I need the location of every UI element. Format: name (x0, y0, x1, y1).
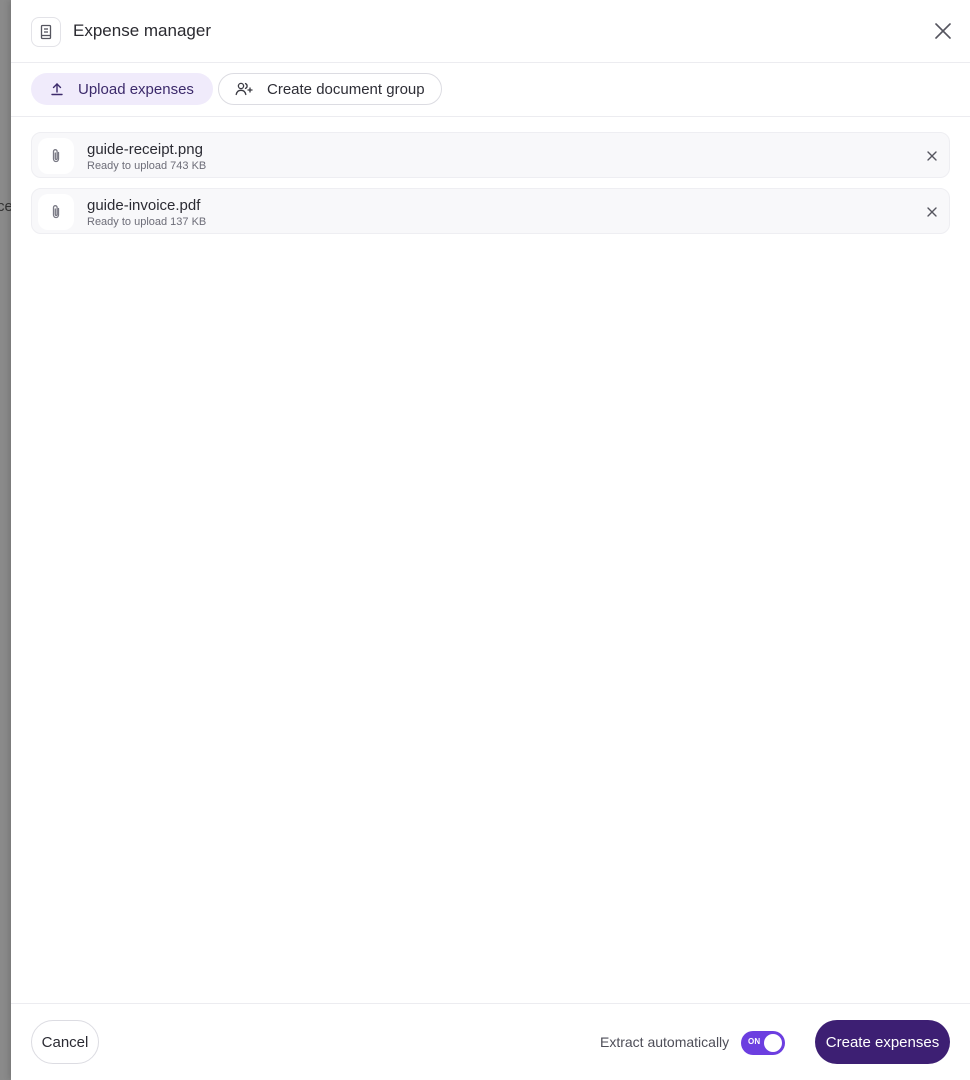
file-status: Ready to upload 743 KB (87, 160, 207, 172)
file-status: Ready to upload 137 KB (87, 216, 207, 228)
tab-label: Upload expenses (78, 80, 194, 98)
extract-automatically-toggle[interactable]: ON (741, 1031, 785, 1055)
page-title: Expense manager (73, 21, 211, 40)
cancel-button[interactable]: Cancel (31, 1020, 99, 1064)
file-name: guide-invoice.pdf (87, 197, 201, 214)
remove-file-button[interactable] (923, 147, 941, 165)
upload-icon (51, 83, 63, 96)
receipt-icon (31, 17, 61, 47)
tab-create-document-group[interactable]: Create document group (218, 73, 442, 105)
list-item: guide-receipt.png Ready to upload 743 KB (31, 132, 950, 178)
tab-bar: Upload expenses Create document group (11, 63, 970, 117)
expense-manager-panel: Expense manager Upload expenses Create d… (11, 0, 970, 1080)
file-name: guide-receipt.png (87, 141, 203, 158)
close-icon (935, 23, 951, 39)
panel-header: Expense manager (11, 0, 970, 63)
panel-footer: Cancel Extract automatically ON Create e… (11, 1003, 970, 1080)
file-list: guide-receipt.png Ready to upload 743 KB… (31, 132, 950, 244)
remove-file-button[interactable] (923, 203, 941, 221)
extract-automatically-label: Extract automatically (600, 1034, 730, 1050)
toggle-state-text: ON (748, 1037, 761, 1046)
close-icon (927, 151, 937, 161)
background-page: ce (0, 0, 11, 1080)
list-item: guide-invoice.pdf Ready to upload 137 KB (31, 188, 950, 234)
background-text: ce (0, 198, 11, 215)
paperclip-icon (38, 194, 74, 230)
paperclip-icon (38, 138, 74, 174)
toggle-knob (764, 1034, 782, 1052)
close-button[interactable] (932, 20, 954, 42)
tab-label: Create document group (267, 80, 425, 98)
close-icon (927, 207, 937, 217)
create-expenses-button[interactable]: Create expenses (815, 1020, 950, 1064)
tab-upload-expenses[interactable]: Upload expenses (31, 73, 213, 105)
users-plus-icon (235, 82, 253, 96)
